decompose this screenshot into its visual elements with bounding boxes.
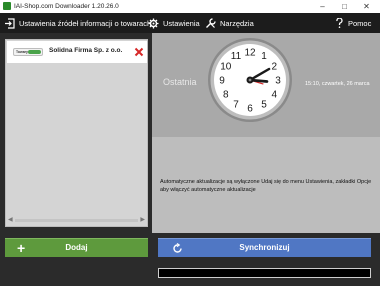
sign-in-icon — [5, 17, 15, 29]
window-titlebar: IAI-Shop.com Downloader 1.20.26.0 – □ ✕ — [0, 0, 380, 13]
clock-number: 9 — [219, 75, 225, 86]
sources-settings-button[interactable]: Ustawienia źródeł informacji o towarach — [4, 13, 151, 33]
clock-icon: 12 12 3 45678 9 1011 — [208, 38, 292, 122]
question-icon — [336, 17, 343, 28]
clock-number: 8 — [223, 89, 229, 100]
delete-icon[interactable] — [134, 47, 144, 57]
settings-label: Ustawienia — [163, 18, 200, 28]
list-item[interactable]: Towary Solidna Firma Sp. z o.o. — [7, 41, 147, 63]
minimize-icon[interactable]: – — [314, 0, 331, 13]
clock-number: 12 — [244, 47, 256, 58]
help-label: Pomoc — [348, 18, 372, 28]
clock-number: 5 — [261, 100, 267, 111]
scrollbar-track[interactable] — [15, 219, 138, 222]
scroll-right-icon[interactable]: ▶ — [140, 217, 145, 224]
help-button[interactable]: Pomoc — [335, 13, 371, 33]
sources-settings-label: Ustawienia źródeł informacji o towarach — [19, 18, 152, 28]
add-label: Dodaj — [65, 243, 88, 252]
main-toolbar: Ustawienia źródeł informacji o towarach … — [0, 13, 380, 33]
info-panel: Automatyczne aktualizacje są wyłączone U… — [152, 137, 380, 233]
wrench-icon — [206, 17, 216, 28]
sources-list: Towary Solidna Firma Sp. z o.o. ◀ ▶ — [5, 39, 148, 227]
sync-button[interactable]: Synchronizuj — [158, 238, 371, 257]
close-icon[interactable]: ✕ — [358, 0, 375, 13]
horizontal-scrollbar[interactable]: ◀ ▶ — [8, 217, 145, 224]
brand-logo: Towary — [13, 48, 43, 56]
tools-button[interactable]: Narzędzia — [205, 13, 254, 33]
window-title: IAI-Shop.com Downloader 1.20.26.0 — [14, 3, 119, 10]
clock-number: 4 — [271, 89, 277, 100]
clock-number: 3 — [275, 75, 281, 86]
add-button[interactable]: + Dodaj — [5, 238, 148, 257]
auto-update-info: Automatyczne aktualizacje są wyłączone U… — [160, 179, 372, 193]
clock-number: 2 — [271, 61, 277, 72]
app-icon — [3, 2, 11, 10]
last-sync-panel: Ostatnia 12 1 2 3 4 5 6 7 8 9 10 11 15:10, czwartek… — [152, 33, 380, 137]
clock-number: 1 — [261, 51, 267, 62]
settings-button[interactable]: Ustawienia — [148, 13, 200, 33]
clock-number: 11 — [231, 51, 242, 62]
clock-number: 10 — [220, 61, 232, 72]
source-name: Solidna Firma Sp. z o.o. — [49, 47, 123, 54]
maximize-icon[interactable]: □ — [336, 0, 353, 13]
last-sync-time: 15:10, czwartek, 26 marca — [305, 81, 370, 87]
last-label: Ostatnia — [163, 77, 197, 87]
gear-icon — [148, 18, 159, 28]
sync-label: Synchronizuj — [239, 243, 290, 252]
tools-label: Narzędzia — [220, 18, 254, 28]
scroll-left-icon[interactable]: ◀ — [8, 217, 13, 224]
clock-number: 6 — [247, 103, 253, 114]
progress-box — [158, 268, 371, 278]
clock-number: 7 — [233, 100, 239, 111]
